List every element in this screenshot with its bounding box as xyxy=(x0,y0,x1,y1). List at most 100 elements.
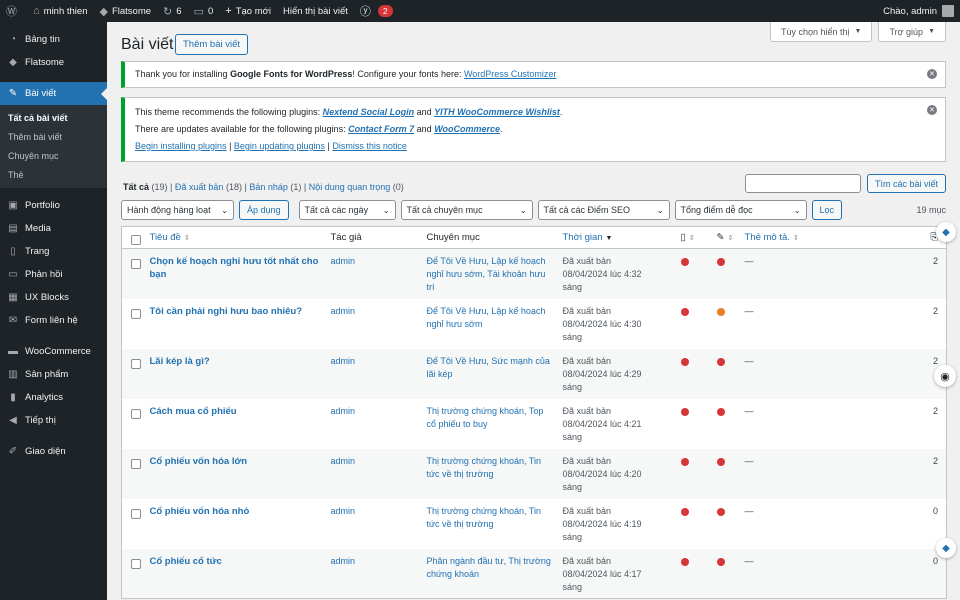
sidebar-item-pages[interactable]: ▯ Trang xyxy=(0,240,107,263)
category-links[interactable]: Thị trường chứng khoán, Tin tức về thị t… xyxy=(427,506,542,529)
begin-updating-link[interactable]: Begin updating plugins xyxy=(234,141,325,151)
post-title-link[interactable]: Tôi cần phải nghỉ hưu bao nhiêu? xyxy=(150,306,303,317)
sidebar-item-appearance[interactable]: ✐ Giao diện xyxy=(0,440,107,463)
sidebar-item-products[interactable]: ▥ Sản phẩm xyxy=(0,363,107,386)
category-links[interactable]: Thị trường chứng khoán, Top cổ phiếu to … xyxy=(427,406,544,429)
author-link[interactable]: admin xyxy=(331,356,356,366)
submenu-add-post[interactable]: Thêm bài viết xyxy=(0,127,107,146)
post-time-period: sáng xyxy=(562,431,583,442)
sidebar-item-analytics[interactable]: ▮ Analytics xyxy=(0,386,107,409)
author-link[interactable]: admin xyxy=(331,256,356,266)
comments-menu[interactable]: ▭ 0 xyxy=(188,0,220,22)
sidebar-item-ux-blocks[interactable]: ▦ UX Blocks xyxy=(0,286,107,309)
category-links[interactable]: Để Tôi Về Hưu, Lập kế hoạch nghỉ hưu sớm… xyxy=(427,256,546,292)
plugin-link-cf7[interactable]: Contact Form 7 xyxy=(348,124,414,134)
plugin-link-yith[interactable]: YITH WooCommerce Wishlist xyxy=(434,107,560,117)
category-links[interactable]: Phân ngành đầu tư, Thị trường chứng khoá… xyxy=(427,556,551,579)
author-link[interactable]: admin xyxy=(331,556,356,566)
post-title-link[interactable]: Cổ phiếu vốn hóa lớn xyxy=(150,456,248,467)
readability-filter-select[interactable]: Tổng điểm dễ đọc ⌄ xyxy=(674,200,807,220)
column-title[interactable]: Tiêu đề ⇕ xyxy=(145,226,327,249)
bulk-action-select[interactable]: Hành động hàng loạt ⌄ xyxy=(121,200,234,220)
wp-logo-menu[interactable]: Ⓦ xyxy=(0,0,27,22)
sidebar-item-label: Form liên hệ xyxy=(25,315,78,326)
view-drafts[interactable]: Bản nháp (1) xyxy=(249,182,301,192)
row-checkbox[interactable] xyxy=(131,408,141,419)
post-title-link[interactable]: Cách mua cổ phiếu xyxy=(150,406,237,417)
plugin-link-nextend[interactable]: Nextend Social Login xyxy=(323,107,415,117)
date-filter-select[interactable]: Tất cả các ngày ⌄ xyxy=(298,200,396,220)
column-seo-score[interactable]: ▯ ⇕ xyxy=(676,226,713,249)
view-cornerstone[interactable]: Nội dung quan trọng (0) xyxy=(309,182,404,192)
view-published[interactable]: Đã xuất bản (18) xyxy=(175,182,242,192)
screen-options-button[interactable]: Tùy chọn hiển thị ▼ xyxy=(769,22,873,42)
new-content-menu[interactable]: + Tạo mới xyxy=(219,0,277,22)
category-links[interactable]: Thị trường chứng khoán, Tin tức về thị t… xyxy=(427,456,542,479)
sidebar-item-flatsome[interactable]: ◆ Flatsome xyxy=(0,51,107,74)
submenu-categories[interactable]: Chuyên mục xyxy=(0,146,107,165)
notice-text-part: ! Configure your fonts here: xyxy=(352,69,464,79)
sidebar-item-portfolio[interactable]: ▣ Portfolio xyxy=(0,194,107,217)
author-link[interactable]: admin xyxy=(331,306,356,316)
row-checkbox[interactable] xyxy=(131,508,141,519)
sidebar-item-marketing[interactable]: ◀ Tiếp thị xyxy=(0,409,107,432)
updates-menu[interactable]: ↻ 6 xyxy=(157,0,188,22)
post-title-link[interactable]: Cổ phiếu vốn hóa nhỏ xyxy=(150,506,250,517)
sidebar-item-woocommerce[interactable]: ▬ WooCommerce xyxy=(0,340,107,363)
floating-drop-icon[interactable]: ◆ xyxy=(936,222,956,242)
column-label: Thời gian xyxy=(562,232,603,243)
plugin-link-woocommerce[interactable]: WooCommerce xyxy=(434,124,500,134)
filter-button[interactable]: Lọc xyxy=(811,200,843,220)
category-links[interactable]: Để Tôi Về Hưu, Sức mạnh của lãi kép xyxy=(427,356,550,379)
row-checkbox[interactable] xyxy=(131,259,141,269)
select-all-checkbox[interactable] xyxy=(131,234,141,245)
sidebar-item-media[interactable]: ▤ Media xyxy=(0,217,107,240)
author-link[interactable]: admin xyxy=(331,506,356,516)
meta-desc-cell: — xyxy=(744,405,754,416)
sidebar-item-dashboard[interactable]: ◔ Bảng tin xyxy=(0,28,107,51)
dismiss-icon[interactable]: ✕ xyxy=(927,105,937,115)
customizer-link[interactable]: WordPress Customizer xyxy=(464,69,556,79)
account-menu[interactable]: Chào, admin xyxy=(877,0,960,22)
column-date[interactable]: Thời gian ▼ xyxy=(558,226,677,249)
site-name-menu[interactable]: ⌂ minh thien xyxy=(27,0,94,22)
row-checkbox[interactable] xyxy=(131,558,141,569)
post-title-link[interactable]: Chọn kế hoạch nghỉ hưu tốt nhất cho bạn xyxy=(150,256,319,280)
post-title-link[interactable]: Lãi kép là gì? xyxy=(150,356,210,367)
floating-drop-icon[interactable]: ◆ xyxy=(936,538,956,558)
author-link[interactable]: admin xyxy=(331,456,356,466)
help-button[interactable]: Trợ giúp ▼ xyxy=(878,22,946,42)
view-all[interactable]: Tất cả (19) xyxy=(123,182,168,192)
submenu-tags[interactable]: Thẻ xyxy=(0,165,107,184)
search-posts-button[interactable]: Tìm các bài viết xyxy=(866,174,946,193)
view-posts-link[interactable]: Hiển thị bài viết xyxy=(277,0,354,22)
avatar xyxy=(942,5,954,17)
caret-down-icon: ▼ xyxy=(928,28,935,35)
category-filter-select[interactable]: Tất cả chuyên mục ⌄ xyxy=(400,200,533,220)
category-links[interactable]: Để Tôi Về Hưu, Lập kế hoạch nghỉ hưu sớm xyxy=(427,306,546,329)
search-input[interactable] xyxy=(744,174,861,193)
sidebar-item-label: Sản phẩm xyxy=(25,369,69,380)
sidebar-item-contact-form[interactable]: ✉ Form liên hệ xyxy=(0,309,107,332)
mail-icon: ✉ xyxy=(8,315,18,326)
sidebar-item-posts[interactable]: ✎ Bài viết xyxy=(0,82,107,105)
dismiss-notice-link[interactable]: Dismiss this notice xyxy=(332,141,407,151)
apply-button[interactable]: Áp dụng xyxy=(239,200,289,220)
author-link[interactable]: admin xyxy=(331,406,356,416)
add-new-post-button[interactable]: Thêm bài viết xyxy=(175,34,249,55)
row-checkbox[interactable] xyxy=(131,458,141,469)
sidebar-item-comments[interactable]: ▭ Phản hồi xyxy=(0,263,107,286)
yoast-seo-menu[interactable]: ⓨ 2 xyxy=(354,0,399,22)
column-readability[interactable]: ✎ ⇕ xyxy=(712,226,741,249)
row-checkbox[interactable] xyxy=(131,308,141,319)
seo-filter-select[interactable]: Tất cả các Điểm SEO ⌄ xyxy=(537,200,670,220)
begin-installing-link[interactable]: Begin installing plugins xyxy=(135,141,227,151)
submenu-all-posts[interactable]: Tất cả bài viết xyxy=(0,108,107,127)
post-title-link[interactable]: Cổ phiếu cổ tức xyxy=(150,556,222,567)
column-meta-desc[interactable]: Thẻ mô tả. ⇕ xyxy=(740,226,891,249)
chat-bot-icon[interactable]: ◉ xyxy=(934,365,956,387)
dismiss-icon[interactable]: ✕ xyxy=(927,69,937,79)
row-checkbox[interactable] xyxy=(131,358,141,369)
column-category: Chuyên mục xyxy=(422,226,559,249)
theme-menu[interactable]: ◆ Flatsome xyxy=(94,0,158,22)
